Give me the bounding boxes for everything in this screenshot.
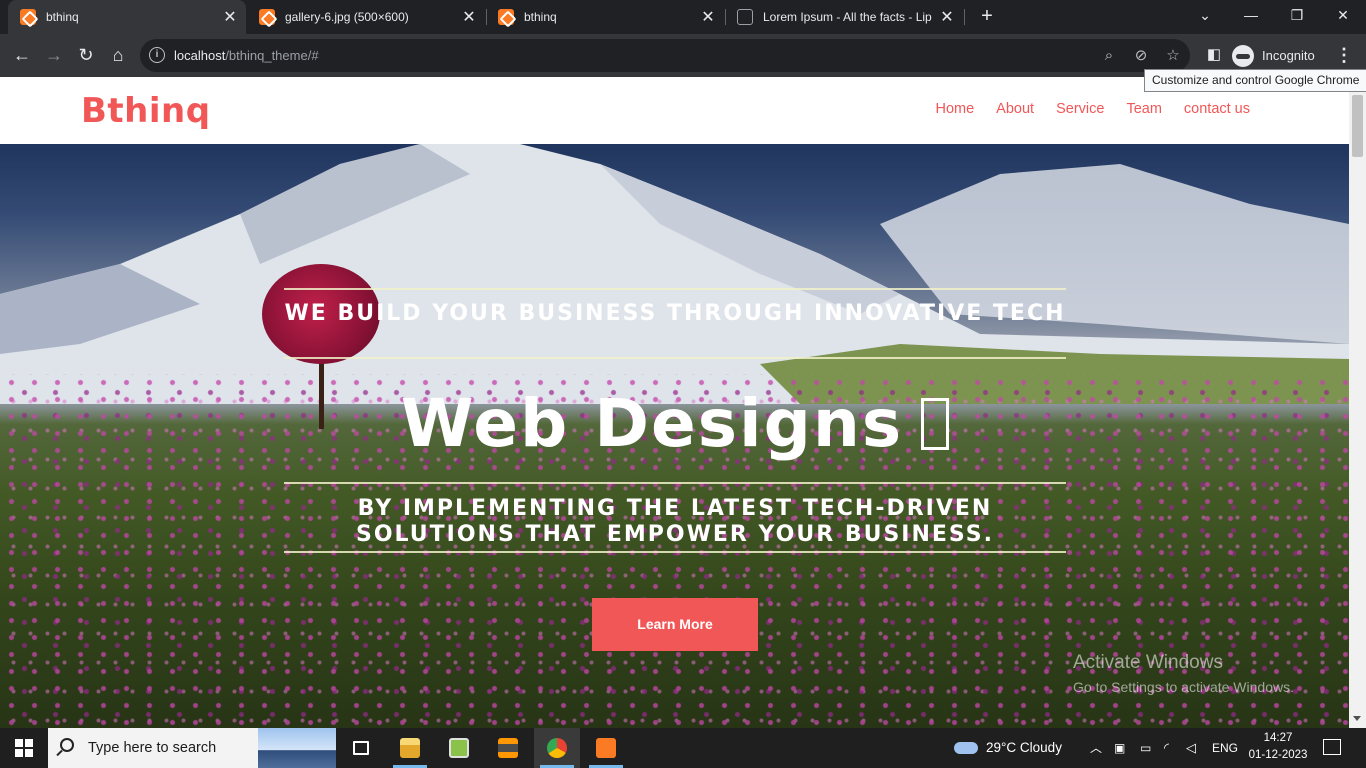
- eye-slash-icon[interactable]: ⊘: [1130, 45, 1152, 67]
- side-panel-icon[interactable]: ◧: [1200, 41, 1228, 69]
- tab-title: gallery-6.jpg (500×600): [285, 10, 409, 24]
- scroll-down-arrow-icon[interactable]: [1353, 716, 1361, 721]
- nav-home[interactable]: Home: [935, 101, 974, 117]
- weather-widget[interactable]: 29°C Cloudy: [954, 728, 1062, 768]
- tab-title: bthinq: [524, 10, 557, 24]
- nav-contact[interactable]: contact us: [1184, 101, 1250, 117]
- close-tab-icon[interactable]: ✕: [459, 7, 479, 27]
- activate-windows-watermark: Activate Windows Go to Settings to activ…: [1073, 652, 1294, 695]
- close-tab-icon[interactable]: ✕: [937, 7, 957, 27]
- new-tab-button[interactable]: +: [976, 5, 998, 27]
- main-nav: Home About Service Team contact us: [935, 101, 1250, 117]
- tab-strip: bthinq ✕ gallery-6.jpg (500×600) ✕ bthin…: [0, 0, 1366, 34]
- mountain-background: [0, 144, 1349, 404]
- tab-title: bthinq: [46, 10, 79, 24]
- minimize-button[interactable]: —: [1228, 0, 1274, 30]
- volume-icon[interactable]: ◁: [1186, 728, 1196, 768]
- windows-start-icon[interactable]: [15, 739, 33, 757]
- search-icon: [60, 738, 74, 752]
- system-clock[interactable]: 14:27 01-12-2023: [1240, 730, 1316, 764]
- search-highlight-image: [258, 728, 336, 768]
- cloud-icon: [954, 742, 978, 755]
- forward-icon[interactable]: →: [40, 41, 68, 69]
- watermark-subtitle: Go to Settings to activate Windows.: [1073, 679, 1294, 695]
- notification-center-icon[interactable]: [1323, 739, 1341, 755]
- nav-about[interactable]: About: [996, 101, 1034, 117]
- taskbar-search[interactable]: Type here to search: [48, 728, 336, 768]
- clock-date: 01-12-2023: [1248, 749, 1308, 761]
- chrome-menu-icon[interactable]: ⋮: [1334, 41, 1354, 69]
- nav-service[interactable]: Service: [1056, 101, 1104, 117]
- site-logo[interactable]: Bthinq: [81, 91, 211, 131]
- back-icon[interactable]: ←: [8, 41, 36, 69]
- tab-separator: [964, 9, 965, 25]
- hero-tagline: We build your business through innovativ…: [284, 301, 1066, 326]
- incognito-icon: [1232, 44, 1254, 67]
- xampp-icon: [20, 9, 36, 25]
- incognito-label: Incognito: [1262, 48, 1315, 63]
- tab-bthinq-active[interactable]: bthinq ✕: [8, 0, 246, 34]
- close-tab-icon[interactable]: ✕: [698, 7, 718, 27]
- tab-title: Lorem Ipsum - All the facts - Lip: [763, 10, 932, 24]
- battery-icon[interactable]: ▭: [1140, 728, 1151, 768]
- reload-icon[interactable]: ↻: [72, 41, 100, 69]
- divider-line: [284, 288, 1066, 290]
- task-view-icon[interactable]: [338, 728, 384, 768]
- page-viewport: Bthinq Home About Service Team contact u…: [0, 77, 1366, 728]
- watermark-title: Activate Windows: [1073, 652, 1223, 673]
- sublime-text-icon[interactable]: [485, 728, 531, 768]
- search-placeholder: Type here to search: [88, 740, 217, 756]
- nav-team[interactable]: Team: [1126, 101, 1161, 117]
- close-tab-icon[interactable]: ✕: [220, 7, 240, 27]
- xampp-icon: [498, 9, 514, 25]
- hero-subline: by implementing the latest tech-driven s…: [356, 496, 994, 547]
- xampp-icon: [259, 9, 275, 25]
- page-scrollbar[interactable]: [1349, 77, 1366, 728]
- headline-text: Web Designs: [400, 385, 904, 462]
- incognito-profile[interactable]: Incognito: [1232, 42, 1315, 69]
- weather-text: 29°C Cloudy: [986, 740, 1062, 755]
- address-bar[interactable]: i localhost/bthinq_theme/# ⌕ ⊘ ☆: [140, 39, 1190, 72]
- learn-more-button[interactable]: Learn More: [592, 598, 758, 651]
- divider-line: [284, 551, 1066, 553]
- tray-chevron-icon[interactable]: ︿: [1090, 728, 1102, 768]
- url-host: localhost: [174, 48, 226, 63]
- tab-bthinq[interactable]: bthinq ✕: [486, 0, 724, 34]
- clock-time: 14:27: [1263, 732, 1293, 744]
- zoom-icon[interactable]: ⌕: [1098, 45, 1120, 67]
- divider-line: [284, 482, 1066, 484]
- scroll-thumb[interactable]: [1352, 95, 1363, 157]
- home-icon[interactable]: ⌂: [104, 41, 132, 69]
- tab-search-button[interactable]: ⌄: [1182, 0, 1228, 30]
- meet-now-icon[interactable]: ▣: [1114, 728, 1125, 768]
- windows-taskbar: Type here to search 29°C Cloudy ︿ ▣ ▭ ◜ …: [0, 728, 1366, 768]
- tab-lorem-ipsum[interactable]: Lorem Ipsum - All the facts - Lip ✕: [725, 0, 963, 34]
- tab-gallery[interactable]: gallery-6.jpg (500×600) ✕: [247, 0, 485, 34]
- file-explorer-icon[interactable]: [387, 728, 433, 768]
- language-indicator[interactable]: ENG: [1212, 728, 1238, 768]
- wifi-icon[interactable]: ◜: [1164, 728, 1169, 768]
- restore-button[interactable]: ❐: [1274, 0, 1320, 30]
- close-window-button[interactable]: ✕: [1320, 0, 1366, 30]
- notepad-plus-icon[interactable]: [436, 728, 482, 768]
- hero-banner: We build your business through innovativ…: [0, 144, 1349, 728]
- url-text[interactable]: localhost/bthinq_theme/#: [174, 48, 319, 63]
- menu-tooltip: Customize and control Google Chrome: [1144, 69, 1366, 92]
- divider-line: [284, 357, 1066, 359]
- chrome-taskbar-icon[interactable]: [534, 728, 580, 768]
- bookmark-star-icon[interactable]: ☆: [1162, 45, 1184, 67]
- url-path: /bthinq_theme/#: [225, 48, 319, 63]
- typing-cursor-glyph: [921, 398, 950, 450]
- hero-headline: Web Designs: [284, 384, 1066, 464]
- site-info-icon[interactable]: i: [149, 47, 165, 63]
- document-icon: [737, 9, 753, 25]
- xampp-taskbar-icon[interactable]: [583, 728, 629, 768]
